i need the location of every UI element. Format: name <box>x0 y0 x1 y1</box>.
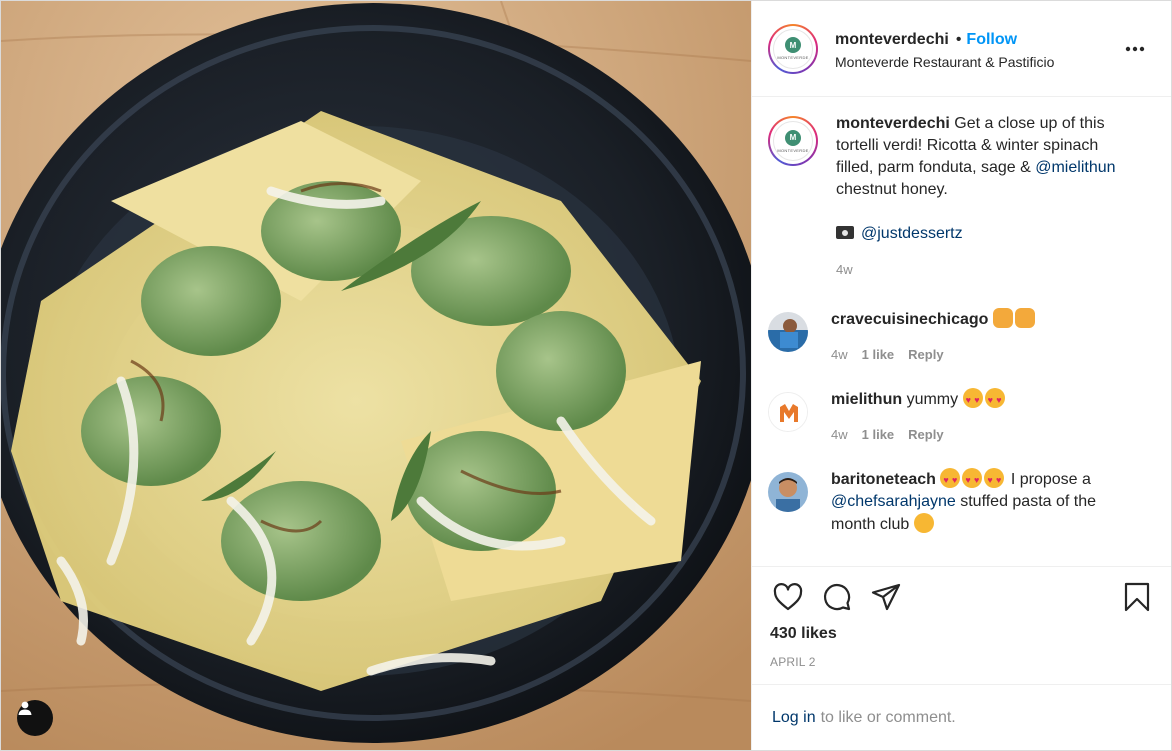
heart-eyes-emoji <box>940 468 961 491</box>
login-prompt: Log in to like or comment. <box>752 684 1171 750</box>
login-link[interactable]: Log in <box>772 709 816 727</box>
tagged-users-button[interactable] <box>17 700 53 736</box>
comment-username[interactable]: mielithun <box>831 391 902 408</box>
caption-text-end: chestnut honey. <box>836 181 948 198</box>
comment-time[interactable]: 4w <box>831 344 848 366</box>
bookmark-icon <box>1124 582 1150 612</box>
post-photo[interactable] <box>1 1 751 750</box>
comment-time[interactable]: 4w <box>831 424 848 446</box>
post-actions: 430 likes APRIL 2 <box>752 566 1171 684</box>
caption-time[interactable]: 4w <box>836 259 1136 281</box>
post-details-panel: M MONTEVERDE monteverdechi • Follow Mont… <box>751 1 1171 750</box>
user-icon <box>18 701 32 715</box>
more-dots-icon <box>1125 46 1145 52</box>
photo-credit-mention[interactable]: @justdessertz <box>861 225 963 242</box>
share-icon <box>871 583 901 611</box>
separator-dot: • <box>955 31 962 48</box>
post-date[interactable]: APRIL 2 <box>770 655 1153 669</box>
comment-button[interactable] <box>819 579 855 615</box>
avatar[interactable]: M MONTEVERDE <box>768 23 818 74</box>
comment-likes[interactable]: 1 like <box>862 344 895 366</box>
heart-eyes-emoji <box>962 388 983 411</box>
reply-button[interactable]: Reply <box>908 424 943 446</box>
raising-hands-emoji <box>1014 308 1035 328</box>
comment-username[interactable]: baritoneteach <box>831 471 936 488</box>
comment-item: cravecuisinechicago 4w 1 like Reply <box>768 308 1155 366</box>
post-location[interactable]: Monteverde Restaurant & Pastificio <box>835 54 1054 70</box>
likes-count[interactable]: 430 likes <box>770 625 1153 643</box>
comment-mention[interactable]: @chefsarahjayne <box>831 493 956 510</box>
comment-username[interactable]: cravecuisinechicago <box>831 311 988 328</box>
comments-list[interactable]: M MONTEVERDE monteverdechi Get a close u… <box>752 97 1171 566</box>
comment-avatar[interactable] <box>768 312 808 352</box>
heart-eyes-emoji <box>984 468 1005 491</box>
comment-avatar[interactable] <box>768 472 808 512</box>
logo-text: MONTEVERDE <box>777 55 809 60</box>
monteverde-logo: M MONTEVERDE <box>773 28 813 69</box>
heart-eyes-emoji <box>962 468 983 491</box>
heart-eyes-emoji <box>984 388 1005 411</box>
food-image <box>1 1 751 750</box>
like-button[interactable] <box>770 579 806 615</box>
logo-mark: M <box>785 129 801 146</box>
monteverde-logo: M MONTEVERDE <box>773 121 813 161</box>
logo-mark: M <box>785 37 801 53</box>
post-dialog: M MONTEVERDE monteverdechi • Follow Mont… <box>0 0 1172 751</box>
camera-icon <box>836 226 854 239</box>
author-username[interactable]: monteverdechi <box>835 31 949 49</box>
comment-item: mielithun yummy 4w 1 like Reply <box>768 388 1155 446</box>
caption-mention[interactable]: @mielithun <box>1035 159 1115 176</box>
comment-icon <box>823 583 851 611</box>
comment-text: yummy <box>906 391 959 408</box>
follow-button[interactable]: Follow <box>966 31 1017 49</box>
more-options-button[interactable] <box>1123 39 1147 59</box>
caption-avatar[interactable]: M MONTEVERDE <box>768 116 818 166</box>
comment-item: baritoneteach I propose a @chefsarahjayn… <box>768 468 1155 536</box>
save-button[interactable] <box>1119 579 1155 615</box>
post-caption: M MONTEVERDE monteverdechi Get a close u… <box>768 113 1155 281</box>
comment-avatar[interactable] <box>768 392 808 432</box>
login-text: to like or comment. <box>820 708 956 726</box>
share-button[interactable] <box>868 579 904 615</box>
comment-likes[interactable]: 1 like <box>862 424 895 446</box>
caption-username[interactable]: monteverdechi <box>836 115 950 132</box>
raising-hands-emoji <box>992 308 1013 328</box>
comment-text: I propose a <box>1010 471 1091 488</box>
logo-text: MONTEVERDE <box>777 147 809 153</box>
post-header: M MONTEVERDE monteverdechi • Follow Mont… <box>752 1 1171 97</box>
upside-down-face-emoji <box>913 513 934 533</box>
reply-button[interactable]: Reply <box>908 344 943 366</box>
heart-icon <box>773 583 803 611</box>
